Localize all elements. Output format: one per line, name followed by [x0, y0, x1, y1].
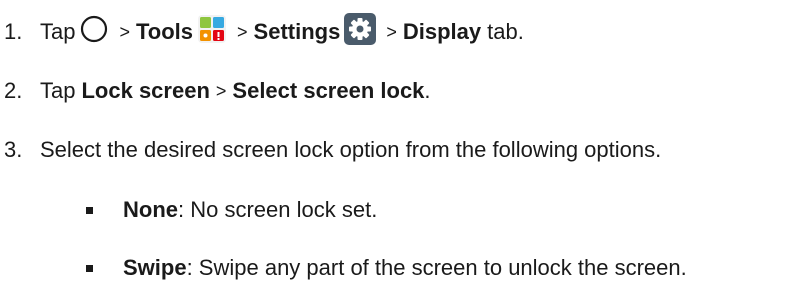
tab-word: tab.	[487, 19, 524, 44]
tap-word: Tap	[40, 78, 76, 103]
lock-screen-label: Lock screen	[81, 78, 210, 103]
option-none: None : No screen lock set.	[86, 190, 377, 230]
separator: >	[237, 21, 248, 42]
bullet-icon	[86, 264, 93, 272]
option-name: None	[123, 197, 178, 222]
separator: >	[386, 21, 397, 42]
option-name: Swipe	[123, 255, 187, 280]
step-3-text: Select the desired screen lock option fr…	[40, 137, 662, 162]
step-number: 2.	[4, 78, 23, 103]
step-number: 1.	[4, 19, 23, 44]
step-2: 2. Tap Lock screen > Select screen lock …	[4, 71, 431, 111]
step-2-text: Tap Lock screen > Select screen lock .	[40, 78, 431, 104]
home-circle-icon	[79, 14, 109, 50]
bullet-icon	[86, 206, 93, 214]
gear-icon	[344, 13, 377, 51]
select-screen-lock-label: Select screen lock	[232, 78, 425, 103]
display-label: Display	[402, 19, 482, 44]
option-description: : Swipe any part of the screen to unlock…	[186, 255, 687, 280]
step-number: 3.	[4, 137, 23, 162]
tools-folder-icon	[197, 14, 227, 50]
separator: >	[119, 21, 130, 42]
step-3: 3. Select the desired screen lock option…	[4, 130, 661, 170]
tools-label: Tools	[136, 19, 194, 44]
tap-word: Tap	[40, 19, 76, 44]
option-description: : No screen lock set.	[178, 197, 378, 222]
step-1-text: Tap > Tools > Settings > Display tab.	[40, 13, 524, 51]
separator: >	[215, 80, 227, 101]
option-swipe: Swipe : Swipe any part of the screen to …	[86, 248, 687, 288]
settings-label: Settings	[253, 19, 341, 44]
step-1: 1. Tap > Tools > Settings > Display tab.	[4, 12, 524, 52]
period: .	[424, 78, 431, 103]
